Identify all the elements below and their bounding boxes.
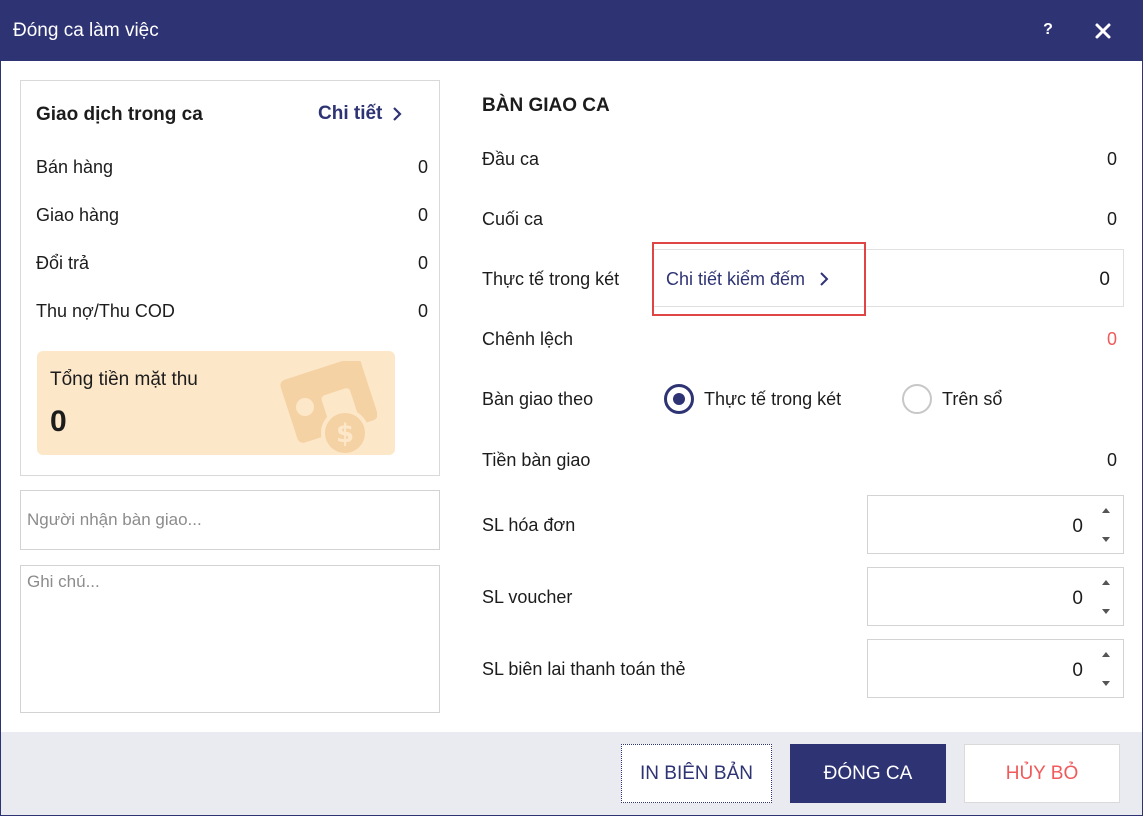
transaction-value: 0	[417, 253, 428, 273]
radio-label: Thực tế trong két	[704, 388, 842, 409]
spin-up-icon[interactable]	[1099, 504, 1113, 518]
voucher-count-label: SL voucher	[482, 587, 573, 607]
title-bar: Đóng ca làm việc ?	[1, 1, 1142, 61]
transaction-label: Đổi trả	[36, 253, 90, 273]
radio-label: Trên sổ	[942, 388, 1003, 409]
count-detail-label: Chi tiết kiểm đếm	[666, 268, 806, 289]
cash-total-card: Tổng tiền mặt thu 0 $	[37, 351, 395, 455]
invoice-count-label: SL hóa đơn	[482, 515, 576, 535]
voucher-count-value: 0	[1072, 588, 1083, 609]
transaction-row-returns: Đổi trả 0	[36, 253, 428, 277]
voucher-count-stepper[interactable]: 0	[867, 567, 1124, 626]
cash-total-label: Tổng tiền mặt thu	[50, 369, 198, 390]
handover-mode-label: Bàn giao theo	[482, 389, 594, 409]
spin-down-icon[interactable]	[1099, 604, 1113, 618]
invoice-count-value: 0	[1072, 516, 1083, 537]
transaction-value: 0	[417, 301, 428, 321]
radio-selected-icon	[664, 384, 694, 414]
start-value: 0	[1106, 149, 1117, 169]
help-button[interactable]: ?	[1037, 17, 1059, 43]
spin-up-icon[interactable]	[1099, 576, 1113, 590]
radio-unselected-icon	[902, 384, 932, 414]
print-report-button[interactable]: IN BIÊN BẢN	[621, 744, 772, 803]
close-button[interactable]	[1090, 18, 1116, 44]
transactions-detail-label: Chi tiết	[318, 103, 383, 124]
money-icon: $	[280, 361, 377, 455]
spin-up-icon[interactable]	[1099, 648, 1113, 662]
close-icon	[1095, 23, 1111, 39]
card-receipt-count-value: 0	[1072, 660, 1083, 681]
transaction-value: 0	[417, 205, 428, 225]
dialog-footer: IN BIÊN BẢN ĐÓNG CA HỦY BỎ	[1, 732, 1142, 815]
difference-label: Chênh lệch	[482, 329, 574, 349]
handover-amount-label: Tiền bàn giao	[482, 450, 591, 470]
actual-value: 0	[1099, 269, 1110, 290]
transaction-label: Bán hàng	[36, 157, 114, 177]
actual-label: Thực tế trong két	[482, 269, 620, 289]
count-detail-link[interactable]: Chi tiết kiểm đếm	[652, 242, 866, 316]
note-textarea[interactable]	[20, 565, 440, 713]
handover-amount-value: 0	[1106, 450, 1117, 470]
invoice-count-stepper[interactable]: 0	[867, 495, 1124, 554]
transactions-title: Giao dịch trong ca	[36, 104, 203, 125]
chevron-right-icon	[820, 272, 829, 286]
close-shift-dialog: Đóng ca làm việc ? Giao dịch trong ca Ch…	[0, 0, 1143, 816]
transaction-row-delivery: Giao hàng 0	[36, 205, 428, 229]
difference-value: 0	[1106, 329, 1117, 349]
start-label: Đầu ca	[482, 149, 540, 169]
spin-down-icon[interactable]	[1099, 676, 1113, 690]
radio-actual-in-drawer[interactable]: Thực tế trong két	[664, 384, 841, 414]
dialog-title: Đóng ca làm việc	[13, 20, 159, 41]
transactions-detail-link[interactable]: Chi tiết	[318, 103, 402, 125]
transaction-row-debt-cod: Thu nợ/Thu COD 0	[36, 301, 428, 325]
transaction-label: Thu nợ/Thu COD	[36, 301, 175, 321]
transaction-value: 0	[417, 157, 428, 177]
transactions-panel: Giao dịch trong ca Chi tiết Bán hàng 0 G…	[20, 80, 440, 476]
close-shift-button[interactable]: ĐÓNG CA	[790, 744, 946, 803]
spin-down-icon[interactable]	[1099, 532, 1113, 546]
radio-on-books[interactable]: Trên sổ	[902, 384, 1002, 414]
transaction-label: Giao hàng	[36, 205, 120, 225]
chevron-right-icon	[393, 107, 402, 121]
cash-total-value: 0	[50, 405, 67, 438]
card-receipt-count-label: SL biên lai thanh toán thẻ	[482, 659, 686, 679]
cancel-button[interactable]: HỦY BỎ	[964, 744, 1120, 803]
end-label: Cuối ca	[482, 209, 544, 229]
handover-title: BÀN GIAO CA	[482, 95, 610, 116]
receiver-input[interactable]	[20, 490, 440, 550]
card-receipt-count-stepper[interactable]: 0	[867, 639, 1124, 698]
svg-text:$: $	[336, 419, 354, 449]
transaction-row-sales: Bán hàng 0	[36, 157, 428, 181]
end-value: 0	[1106, 209, 1117, 229]
